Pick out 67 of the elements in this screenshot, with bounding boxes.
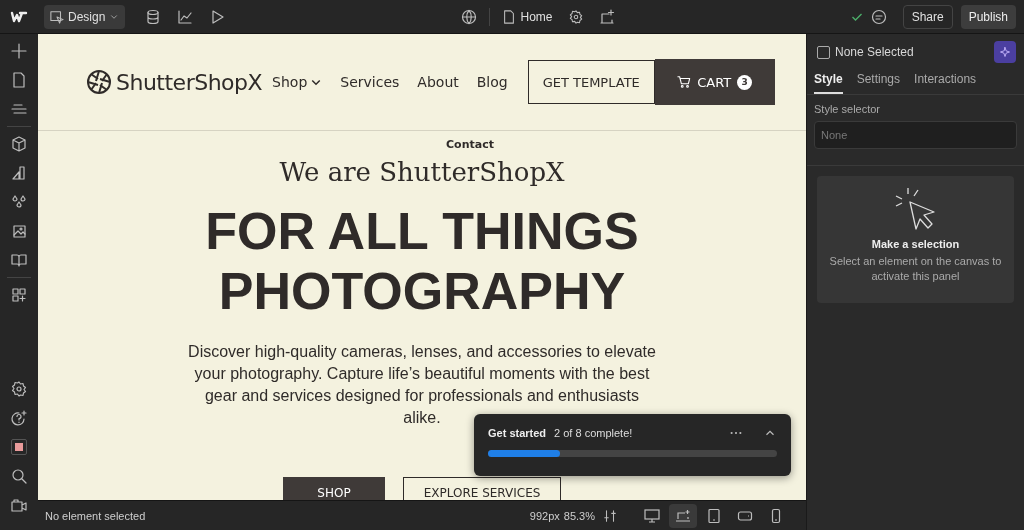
progress-status: 2 of 8 complete! (554, 427, 633, 439)
panel-tab[interactable]: Style (814, 68, 843, 94)
help-icon[interactable] (11, 410, 27, 426)
hero-paragraph-line: gear and services designed for professionals and enthusiasts (204, 386, 639, 406)
laptop-icon (675, 507, 691, 524)
play-icon[interactable] (209, 8, 226, 25)
cube-icon[interactable] (11, 136, 27, 152)
page-icon[interactable] (11, 72, 27, 88)
selection-status: No element selected (45, 509, 146, 522)
zoom-level: 85.3% (563, 509, 595, 522)
book-icon[interactable] (11, 252, 27, 268)
field-label: Style selector (814, 103, 882, 115)
eyebrow-heading: We are ShutterShopX (279, 156, 565, 189)
checkbox[interactable] (817, 45, 830, 59)
globe-icon[interactable] (461, 8, 478, 25)
hero-paragraph-line: Discover high-quality cameras, lenses, and accessories to elevate (188, 342, 656, 362)
canvas-width: 992px (529, 509, 560, 522)
share-button[interactable]: Share (902, 4, 953, 29)
chart-icon[interactable] (177, 8, 194, 25)
record-icon[interactable] (11, 439, 27, 455)
hero-headline: FOR ALL THINGS (205, 201, 639, 261)
hero-paragraph-line: your photography. Capture life’s beautiful moments with the best (194, 364, 650, 384)
nav-link[interactable]: Shop (272, 74, 323, 90)
empty-state-text: Select an element on the canvas to activate this panel (828, 254, 1003, 284)
database-icon[interactable] (145, 8, 162, 25)
panel-tab[interactable]: Settings (856, 68, 901, 94)
shop-button[interactable]: SHOP (283, 477, 385, 500)
add-icon[interactable] (11, 43, 27, 59)
settings-icon[interactable] (11, 381, 27, 397)
cart-button[interactable]: CART 3 (654, 59, 775, 105)
cart-count: 3 (737, 74, 753, 90)
empty-state-title: Make a selection (871, 238, 960, 250)
page-icon (502, 9, 517, 24)
panel-tab[interactable]: Interactions (914, 68, 977, 94)
aperture-icon (86, 69, 112, 95)
tablet-icon (706, 507, 722, 524)
nav-link[interactable]: Services (340, 74, 400, 90)
apps-icon[interactable] (11, 287, 27, 303)
breakpoint-button[interactable] (669, 503, 697, 528)
navigator-icon[interactable] (11, 101, 27, 117)
video-icon[interactable] (11, 497, 27, 513)
nav-link[interactable]: Contact (446, 138, 494, 151)
desktop-icon (644, 507, 660, 524)
cart-icon (677, 75, 692, 89)
sliders-icon[interactable] (603, 508, 617, 523)
sparkle-icon (999, 46, 1011, 58)
get-template-button[interactable]: GET TEMPLATE (527, 60, 655, 104)
brand-name[interactable]: ShutterShopX (116, 69, 263, 95)
progress-title: Get started (488, 427, 547, 439)
hero-headline: PHOTOGRAPHY (217, 261, 627, 321)
style-selector-field[interactable]: None (814, 121, 1017, 149)
brush-icon[interactable] (11, 165, 27, 181)
selected-element-label: None Selected (835, 45, 914, 59)
drops-icon[interactable] (11, 194, 27, 210)
comment-icon[interactable] (870, 8, 887, 25)
publish-button[interactable]: Publish (960, 4, 1016, 29)
design-mode-button[interactable]: Design (44, 4, 126, 29)
ai-assistant-button[interactable] (994, 41, 1016, 63)
page-settings-icon[interactable] (598, 8, 615, 25)
hero-paragraph-line: alike. (403, 408, 441, 428)
cursor-box-icon (50, 9, 64, 24)
nav-link[interactable]: Blog (476, 74, 508, 90)
nav-link[interactable]: About (417, 74, 459, 90)
page-name[interactable]: Home (520, 9, 553, 24)
settings-icon[interactable] (568, 9, 583, 24)
search-icon[interactable] (11, 468, 27, 484)
image-icon[interactable] (11, 223, 27, 239)
